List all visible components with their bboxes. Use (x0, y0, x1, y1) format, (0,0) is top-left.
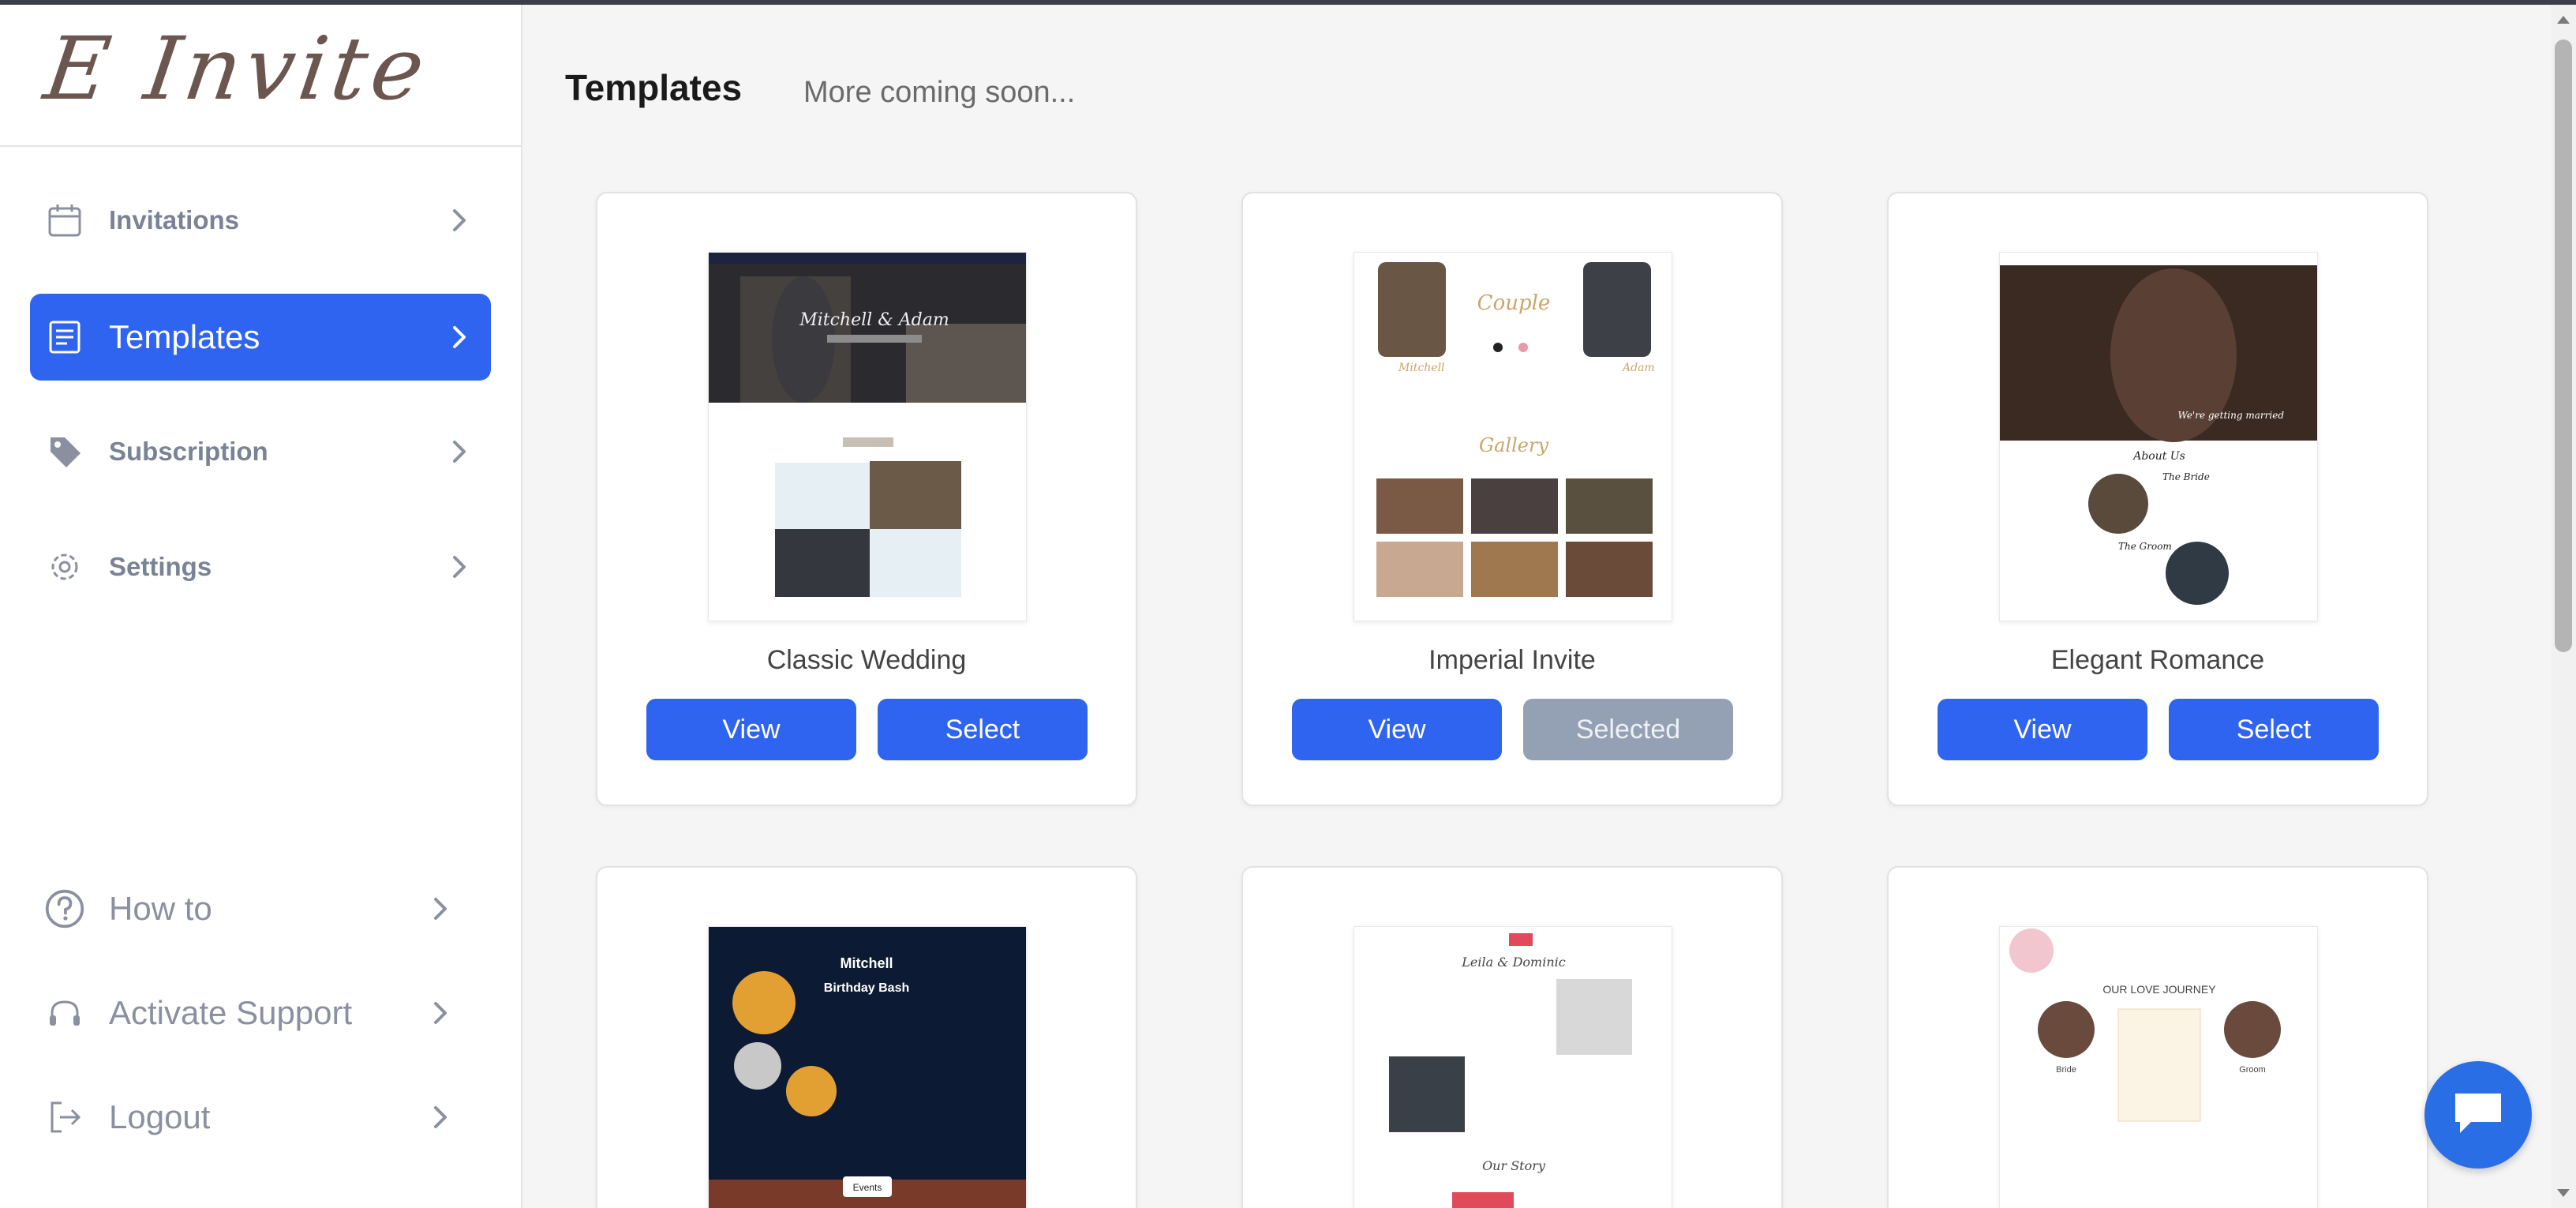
sidebar-item-label: Templates (109, 318, 260, 355)
template-name: Classic Wedding (766, 645, 967, 675)
preview-about: About Us (2132, 450, 2185, 463)
page-title: Templates (565, 67, 743, 108)
chat-button[interactable] (2424, 1061, 2532, 1169)
preview-names: Leila & Dominic (1461, 955, 1565, 970)
preview-bride: The Bride (2162, 471, 2210, 482)
chevron-right-icon (426, 1103, 455, 1131)
template-card-elegant-romance: We're getting married About Us The Bride… (1887, 192, 2428, 806)
view-button[interactable]: View (1292, 699, 1502, 760)
chevron-right-icon (445, 437, 474, 466)
sidebar-item-label: Activate Support (109, 994, 353, 1031)
vertical-scrollbar[interactable] (2551, 5, 2576, 1208)
sidebar-item-label: Invitations (109, 205, 240, 234)
sidebar-item-label: How to (109, 890, 212, 927)
chevron-right-icon (445, 206, 474, 234)
page-subtitle: More coming soon... (803, 76, 1076, 109)
template-preview[interactable]: We're getting married About Us The Bride… (1999, 252, 2318, 621)
help-circle-icon (44, 888, 85, 929)
tag-icon (44, 431, 85, 472)
document-icon (44, 317, 85, 358)
preview-bride: Bride (2056, 1065, 2076, 1075)
selected-button[interactable]: Selected (1523, 699, 1733, 760)
chevron-right-icon (426, 895, 455, 923)
template-preview[interactable]: OUR LOVE JOURNEY Bride Groom (1999, 926, 2318, 1208)
template-preview[interactable]: Mitchell Birthday Bash Events (708, 926, 1027, 1208)
preview-gallery: Gallery (1479, 434, 1549, 456)
template-name: Elegant Romance (2050, 645, 2265, 675)
calendar-icon (44, 200, 85, 241)
preview-right-name: Adam (1621, 362, 1655, 374)
select-button[interactable]: Select (2169, 699, 2379, 760)
preview-left-name: Mitchell (1398, 362, 1445, 374)
preview-line1: Mitchell (840, 955, 893, 971)
preview-heading: OUR LOVE JOURNEY (2102, 983, 2216, 996)
template-card-imperial-invite: Couple Mitchell Adam Gallery Imperial In… (1241, 192, 1783, 806)
sidebar-item-invitations[interactable]: Invitations (30, 177, 491, 264)
chevron-right-icon (426, 999, 455, 1027)
preview-names: Mitchell & Adam (799, 310, 949, 330)
sidebar-item-logout[interactable]: Logout (30, 1074, 472, 1161)
chevron-right-icon (445, 553, 474, 581)
gear-icon (44, 546, 85, 587)
select-button[interactable]: Select (878, 699, 1088, 760)
template-name: Imperial Invite (1428, 645, 1596, 675)
preview-tag: Events (853, 1182, 882, 1193)
template-preview[interactable]: Couple Mitchell Adam Gallery (1354, 252, 1672, 621)
template-preview[interactable]: Leila & Dominic Our Story (1354, 926, 1672, 1208)
preview-groom: The Groom (2118, 541, 2172, 552)
sidebar-item-label: Settings (109, 552, 212, 581)
scroll-up-arrow-icon[interactable] (2551, 8, 2576, 32)
sidebar-item-label: Logout (109, 1098, 211, 1135)
view-button[interactable]: View (1938, 699, 2147, 760)
sidebar-item-subscription[interactable]: Subscription (30, 408, 491, 495)
sidebar-item-label: Subscription (109, 437, 268, 466)
logo-text: E Invite (38, 18, 436, 119)
view-button[interactable]: View (646, 699, 856, 760)
chat-icon (2451, 1089, 2506, 1142)
sidebar-item-settings[interactable]: Settings (30, 523, 491, 610)
preview-line2: Birthday Bash (824, 981, 909, 995)
sidebar-item-how-to[interactable]: How to (30, 865, 472, 952)
preview-story: Our Story (1482, 1158, 1546, 1173)
preview-tagline: We're getting married (2177, 410, 2284, 421)
scrollbar-thumb[interactable] (2555, 39, 2572, 652)
template-card-classic-wedding: Mitchell & Adam Classic Wedding View Sel… (596, 192, 1137, 806)
template-card-leila-dominic: Leila & Dominic Our Story (1241, 866, 1783, 1208)
sidebar-item-activate-support[interactable]: Activate Support (30, 970, 472, 1056)
sidebar-item-templates[interactable]: Templates (30, 294, 491, 381)
template-preview[interactable]: Mitchell & Adam (708, 252, 1027, 621)
scroll-down-arrow-icon[interactable] (2551, 1181, 2576, 1205)
template-card-love-journey: OUR LOVE JOURNEY Bride Groom (1887, 866, 2428, 1208)
sidebar: E Invite Invitations Templates Subscript… (0, 5, 522, 1208)
preview-heading: Couple (1477, 291, 1551, 315)
chevron-right-icon (445, 323, 474, 351)
headset-icon (44, 992, 85, 1034)
template-card-birthday: Mitchell Birthday Bash Events (596, 866, 1137, 1208)
logout-icon (44, 1097, 85, 1138)
brand-logo[interactable]: E Invite (0, 5, 521, 147)
preview-groom: Groom (2239, 1065, 2266, 1075)
